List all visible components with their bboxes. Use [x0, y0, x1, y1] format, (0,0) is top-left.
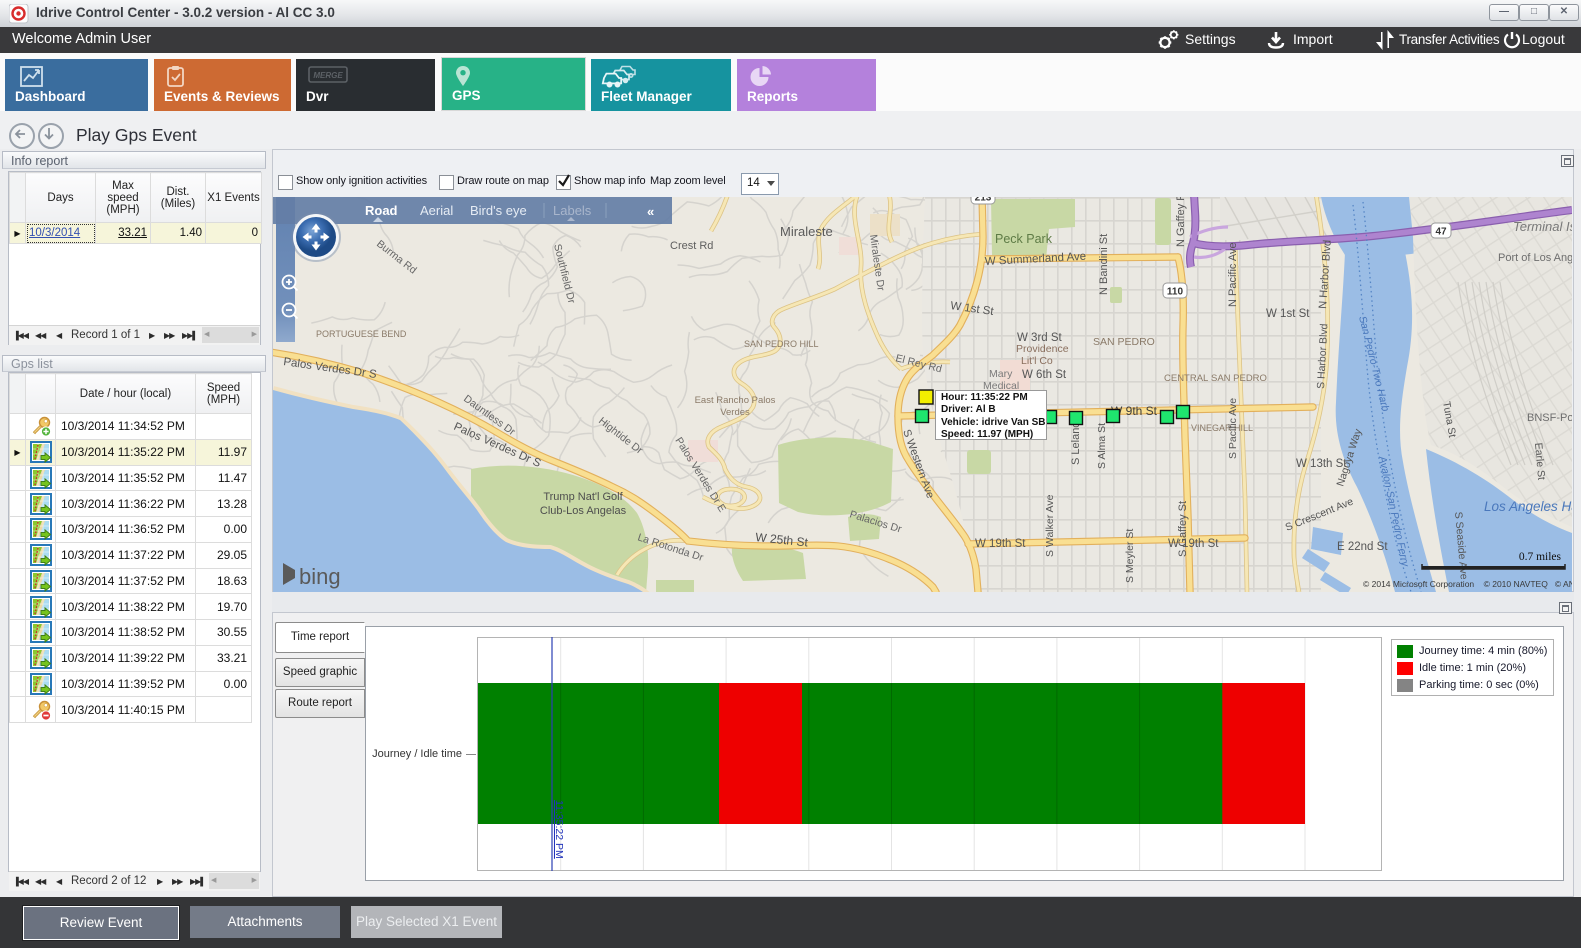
svg-text:S Meyler St: S Meyler St: [1124, 529, 1136, 583]
svg-text:Bird's eye: Bird's eye: [470, 203, 527, 218]
svg-text:Peck Park: Peck Park: [995, 232, 1053, 246]
svg-text:W 19th St: W 19th St: [975, 538, 1026, 550]
svg-text:Los Angeles Harb: Los Angeles Harb: [1484, 499, 1572, 514]
svg-text:0.7 miles: 0.7 miles: [1519, 551, 1562, 563]
svg-text:MERGE: MERGE: [313, 71, 343, 80]
svg-text:S Alma St: S Alma St: [1096, 423, 1108, 469]
svg-text:Terminal Isl: Terminal Isl: [1513, 219, 1572, 234]
svg-text:Lit'l Co: Lit'l Co: [1021, 355, 1053, 367]
svg-text:P󠄀ORTUGUESE B󠄀END: P󠄀ORTUGUESE B󠄀END: [316, 329, 407, 339]
svg-text:S Walker Ave: S Walker Ave: [1044, 494, 1056, 557]
svg-text:S Gaffey St: S Gaffey St: [1177, 501, 1189, 557]
svg-text:N Pacific Ave: N Pacific Ave: [1227, 242, 1239, 307]
svg-text:N Bandini St: N Bandini St: [1098, 234, 1110, 295]
svg-text:C󠄀ENTRAL S󠄀AN P󠄀EDRO: C󠄀ENTRAL S󠄀AN P󠄀EDRO: [1164, 373, 1267, 384]
svg-text:bing: bing: [299, 564, 341, 589]
svg-text:Crest Rd: Crest Rd: [670, 240, 713, 252]
svg-text:11:35:22 PM: 11:35:22 PM: [553, 800, 565, 859]
svg-text:Miraleste: Miraleste: [780, 224, 833, 239]
svg-text:S Leland: S Leland: [1070, 422, 1082, 465]
svg-text:N Gaffey Pl: N Gaffey Pl: [1175, 197, 1187, 247]
svg-text:Club-Los Angelas: Club-Los Angelas: [540, 505, 627, 517]
svg-text:BNSF-Port: BNSF-Port: [1527, 412, 1572, 424]
svg-text:© 2014 Microsoft Corporation: © 2014 Microsoft Corporation © 2010 NAVT…: [1363, 579, 1572, 589]
svg-text:Port of Los Angel: Port of Los Angel: [1498, 252, 1572, 264]
svg-text:110: 110: [1167, 287, 1184, 298]
svg-text:Aerial: Aerial: [420, 203, 453, 218]
svg-text:W 1st St: W 1st St: [1266, 308, 1310, 320]
svg-text:47: 47: [1435, 227, 1447, 238]
svg-text:Road: Road: [365, 203, 398, 218]
svg-text:East Rancho Palos: East Rancho Palos: [695, 395, 776, 406]
svg-text:W 6th St: W 6th St: [1022, 369, 1067, 381]
svg-text:Verdes: Verdes: [720, 407, 750, 418]
svg-text:S󠄀AN P󠄀EDRO: S󠄀AN P󠄀EDRO: [1093, 336, 1155, 348]
svg-text:S󠄀AN P󠄀EDRO H󠄀ILL: S󠄀AN P󠄀EDRO H󠄀ILL: [744, 339, 819, 349]
svg-text:«: «: [647, 204, 654, 219]
svg-text:213: 213: [975, 197, 992, 204]
svg-text:Labels: Labels: [553, 203, 592, 218]
svg-text:Providence: Providence: [1016, 343, 1069, 355]
svg-text:V󠄀INEGAR H󠄀ILL: V󠄀INEGAR H󠄀ILL: [1191, 423, 1253, 433]
svg-text:W 19th St: W 19th St: [1168, 538, 1219, 550]
svg-text:E 22nd St: E 22nd St: [1337, 541, 1388, 553]
svg-text:Trump Nat'l Golf: Trump Nat'l Golf: [543, 491, 623, 503]
svg-text:S Pacific Ave: S Pacific Ave: [1227, 398, 1239, 459]
svg-text:Mary: Mary: [989, 368, 1013, 380]
